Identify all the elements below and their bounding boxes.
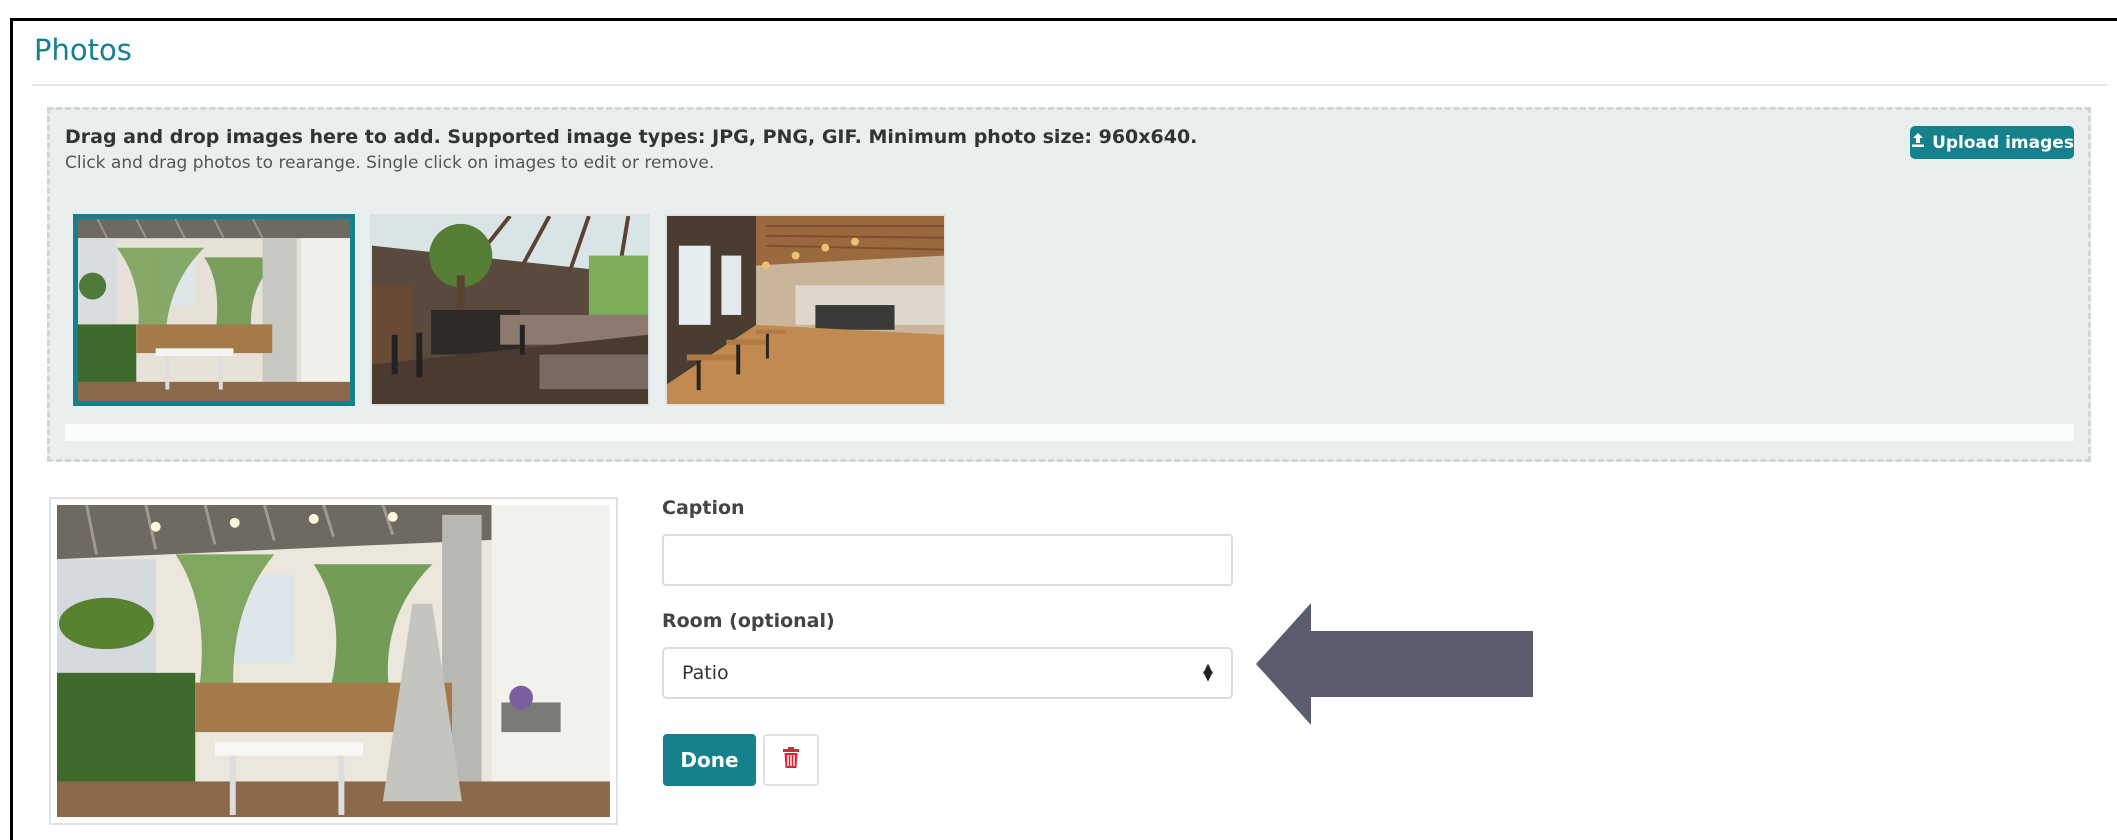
trash-icon (782, 747, 800, 773)
delete-photo-button[interactable] (763, 734, 819, 786)
photo-thumbnail-restaurant-hall[interactable] (665, 214, 946, 406)
selected-photo-preview (49, 497, 618, 825)
section-title: Photos (34, 33, 132, 67)
title-divider (32, 84, 2107, 86)
dropzone-instructions: Drag and drop images here to add. Suppor… (65, 126, 1198, 148)
done-button[interactable]: Done (663, 734, 756, 786)
caption-label: Caption (662, 497, 745, 519)
upload-images-label: Upload images (1932, 132, 2074, 153)
upload-icon (1910, 132, 1926, 153)
room-select-value: Patio (682, 662, 729, 684)
room-label: Room (optional) (662, 610, 835, 632)
photo-thumbnail-patio[interactable] (73, 214, 355, 406)
dropzone-hint: Click and drag photos to rearange. Singl… (65, 153, 715, 173)
caption-input[interactable] (662, 534, 1233, 586)
left-arrow-annotation (1256, 603, 1533, 725)
upload-images-button[interactable]: Upload images (1910, 126, 2074, 159)
photo-thumbnail-greenhouse-dining-room[interactable] (370, 214, 650, 406)
room-select[interactable]: Patio ▲ ▼ (662, 647, 1233, 699)
select-arrows-icon: ▲ ▼ (1203, 661, 1213, 684)
upload-progress-bar (65, 424, 2074, 441)
